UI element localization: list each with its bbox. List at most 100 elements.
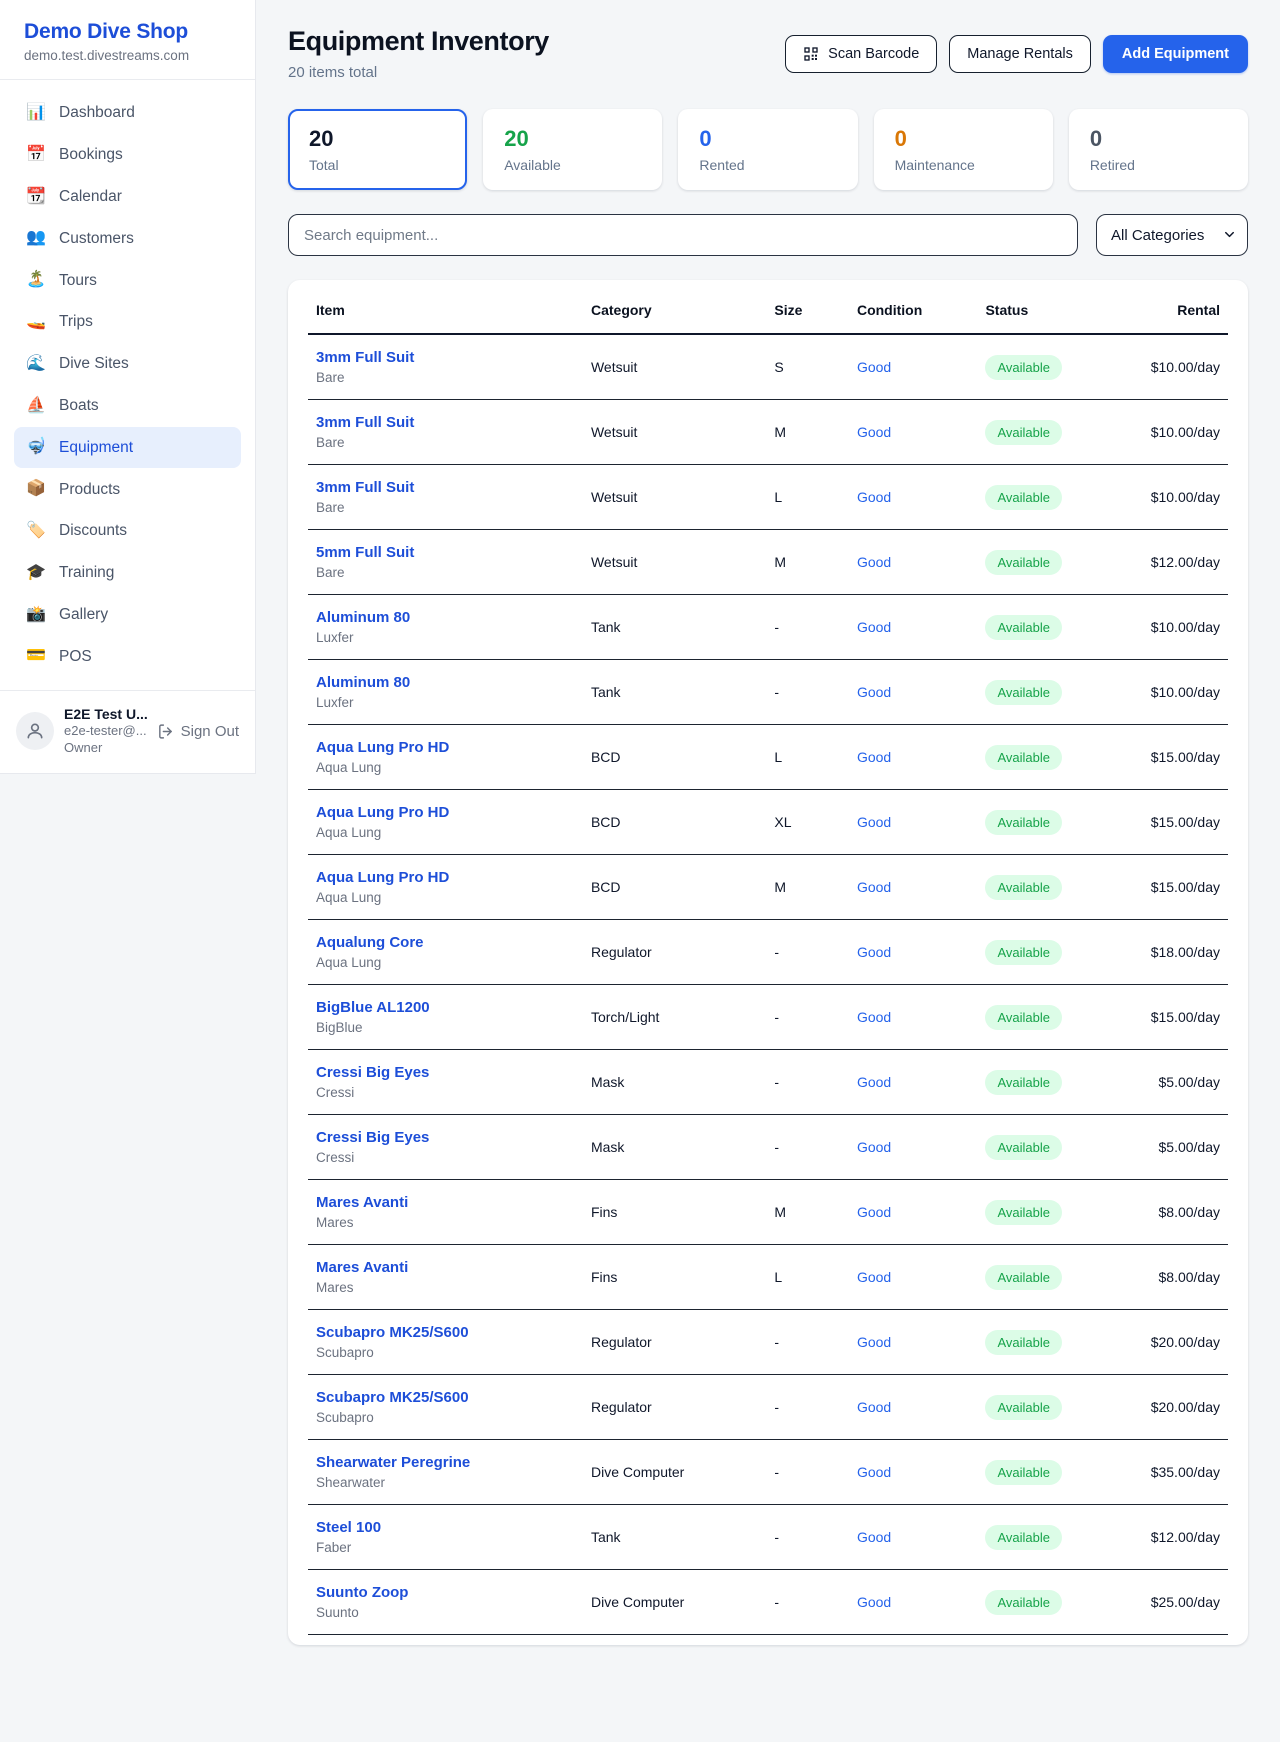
condition-link[interactable]: Good	[857, 1269, 891, 1285]
condition-link[interactable]: Good	[857, 814, 891, 830]
item-name-link[interactable]: Steel 100	[316, 1519, 575, 1536]
tear-calendar-icon: 📆	[26, 187, 46, 208]
item-name-link[interactable]: Mares Avanti	[316, 1194, 575, 1211]
condition-link[interactable]: Good	[857, 1334, 891, 1350]
category-cell: Dive Computer	[583, 1570, 766, 1635]
item-brand: BigBlue	[316, 1020, 575, 1035]
item-name-link[interactable]: Scubapro MK25/S600	[316, 1389, 575, 1406]
item-name-link[interactable]: Aluminum 80	[316, 674, 575, 691]
add-equipment-button[interactable]: Add Equipment	[1103, 35, 1248, 73]
sidebar-item-label: Boats	[59, 396, 99, 416]
rental-cell: $8.00/day	[1143, 1245, 1228, 1310]
stat-card[interactable]: 0 Retired	[1069, 109, 1248, 190]
item-name-link[interactable]: 3mm Full Suit	[316, 349, 575, 366]
item-name-link[interactable]: Shearwater Peregrine	[316, 1454, 575, 1471]
condition-link[interactable]: Good	[857, 1594, 891, 1610]
rental-cell: $20.00/day	[1143, 1375, 1228, 1440]
condition-link[interactable]: Good	[857, 424, 891, 440]
item-cell: Shearwater Peregrine Shearwater	[308, 1440, 583, 1505]
item-name-link[interactable]: BigBlue AL1200	[316, 999, 575, 1016]
size-cell: -	[766, 1375, 849, 1440]
condition-link[interactable]: Good	[857, 554, 891, 570]
item-name-link[interactable]: Cressi Big Eyes	[316, 1129, 575, 1146]
item-name-link[interactable]: Suunto Zoop	[316, 1584, 575, 1601]
condition-cell: Good	[849, 1310, 978, 1375]
sidebar-item[interactable]: ⛵ Boats	[14, 386, 241, 427]
item-cell: 5mm Full Suit Bare	[308, 530, 583, 595]
search-input[interactable]	[288, 214, 1078, 256]
item-cell: Mares Avanti Mares	[308, 1180, 583, 1245]
sidebar-item-label: Discounts	[59, 521, 127, 541]
condition-link[interactable]: Good	[857, 1204, 891, 1220]
item-brand: Aqua Lung	[316, 760, 575, 775]
sidebar-item[interactable]: 🌊 Dive Sites	[14, 344, 241, 385]
condition-cell: Good	[849, 1375, 978, 1440]
condition-link[interactable]: Good	[857, 1009, 891, 1025]
sign-out-button[interactable]: Sign Out	[157, 723, 239, 740]
user-info: E2E Test U... e2e-tester@... Owner	[64, 705, 147, 757]
condition-link[interactable]: Good	[857, 1399, 891, 1415]
condition-link[interactable]: Good	[857, 1464, 891, 1480]
condition-link[interactable]: Good	[857, 1529, 891, 1545]
item-name-link[interactable]: Mares Avanti	[316, 1259, 575, 1276]
bar-chart-icon: 📊	[26, 103, 46, 124]
condition-link[interactable]: Good	[857, 1139, 891, 1155]
scan-barcode-button[interactable]: Scan Barcode	[785, 35, 937, 73]
sidebar-item[interactable]: 💳 POS	[14, 636, 241, 677]
sidebar-item[interactable]: 📊 Dashboard	[14, 93, 241, 134]
stat-card[interactable]: 0 Maintenance	[874, 109, 1053, 190]
item-cell: 3mm Full Suit Bare	[308, 465, 583, 530]
item-name-link[interactable]: Aqua Lung Pro HD	[316, 739, 575, 756]
size-cell: -	[766, 920, 849, 985]
sidebar-item-label: Training	[59, 563, 114, 583]
condition-link[interactable]: Good	[857, 489, 891, 505]
item-name-link[interactable]: 5mm Full Suit	[316, 544, 575, 561]
rental-cell: $15.00/day	[1143, 790, 1228, 855]
sidebar-item-label: Customers	[59, 229, 134, 249]
manage-rentals-button[interactable]: Manage Rentals	[949, 35, 1091, 73]
sidebar-item[interactable]: 📸 Gallery	[14, 595, 241, 636]
sidebar-item[interactable]: 🏷️ Discounts	[14, 511, 241, 552]
item-name-link[interactable]: Cressi Big Eyes	[316, 1064, 575, 1081]
sidebar-item[interactable]: 🏝️ Tours	[14, 260, 241, 301]
condition-link[interactable]: Good	[857, 359, 891, 375]
sidebar-item[interactable]: 👥 Customers	[14, 218, 241, 259]
sidebar-item[interactable]: 📆 Calendar	[14, 177, 241, 218]
column-header-rental: Rental	[1143, 282, 1228, 334]
item-name-link[interactable]: Aqua Lung Pro HD	[316, 869, 575, 886]
user-box: E2E Test U... e2e-tester@... Owner Sign …	[0, 690, 255, 773]
item-name-link[interactable]: 3mm Full Suit	[316, 414, 575, 431]
status-cell: Available	[977, 1050, 1142, 1115]
stat-card[interactable]: 20 Total	[288, 109, 467, 190]
sidebar-item[interactable]: 🎓 Training	[14, 553, 241, 594]
condition-link[interactable]: Good	[857, 879, 891, 895]
size-cell: -	[766, 985, 849, 1050]
item-name-link[interactable]: Aqualung Core	[316, 934, 575, 951]
stat-card[interactable]: 20 Available	[483, 109, 662, 190]
category-cell: BCD	[583, 790, 766, 855]
condition-cell: Good	[849, 400, 978, 465]
sidebar-item[interactable]: 📅 Bookings	[14, 135, 241, 176]
category-select[interactable]: All Categories	[1096, 214, 1248, 256]
condition-link[interactable]: Good	[857, 749, 891, 765]
avatar	[16, 712, 54, 750]
stat-card[interactable]: 0 Rented	[678, 109, 857, 190]
stat-value: 0	[699, 126, 836, 152]
table-row: BigBlue AL1200 BigBlue Torch/Light - Goo…	[308, 985, 1228, 1050]
sidebar-item[interactable]: 🤿 Equipment	[14, 427, 241, 468]
item-brand: Aqua Lung	[316, 825, 575, 840]
condition-link[interactable]: Good	[857, 1074, 891, 1090]
stat-value: 0	[1090, 126, 1227, 152]
table-row: Cressi Big Eyes Cressi Mask - Good Avail…	[308, 1050, 1228, 1115]
page-header: Equipment Inventory 20 items total Scan …	[288, 26, 1248, 81]
condition-link[interactable]: Good	[857, 684, 891, 700]
condition-link[interactable]: Good	[857, 619, 891, 635]
sidebar-item[interactable]: 🚤 Trips	[14, 302, 241, 343]
sidebar-item[interactable]: 📦 Products	[14, 469, 241, 510]
condition-link[interactable]: Good	[857, 944, 891, 960]
rental-cell: $10.00/day	[1143, 334, 1228, 400]
item-name-link[interactable]: 3mm Full Suit	[316, 479, 575, 496]
item-name-link[interactable]: Aluminum 80	[316, 609, 575, 626]
item-name-link[interactable]: Aqua Lung Pro HD	[316, 804, 575, 821]
item-name-link[interactable]: Scubapro MK25/S600	[316, 1324, 575, 1341]
